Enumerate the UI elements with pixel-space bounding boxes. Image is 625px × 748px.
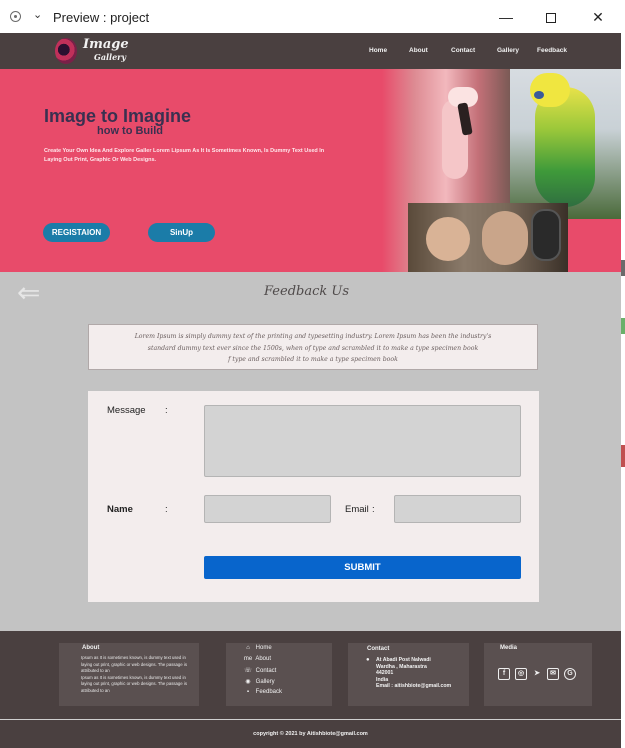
footer-contact-title: Contact — [367, 646, 390, 652]
name-label: Name — [107, 504, 133, 515]
logo-title[interactable]: Image — [83, 37, 129, 52]
footer-link-gallery[interactable]: ◉ Gallery — [242, 678, 274, 685]
edge-mark — [621, 260, 625, 276]
registration-button[interactable]: REGISTAION — [43, 223, 110, 242]
window-title: Preview : project — [53, 10, 150, 25]
facebook-icon[interactable]: f — [498, 668, 510, 680]
lorem-line-1: Lorem Ipsum is simply dummy text of the … — [134, 333, 492, 340]
submit-button[interactable]: SUBMIT — [204, 556, 521, 579]
footer-about-text: Ipsum as It is sometimes known, is dummy… — [81, 655, 187, 693]
hero-banner: Image to Imagine how to Build Create You… — [0, 69, 621, 272]
telegram-icon[interactable]: ➤ — [532, 669, 542, 679]
close-icon: ✕ — [592, 9, 604, 25]
feedback-heading: Feedback Us — [264, 284, 350, 299]
footer-link-contact[interactable]: ☏ Contact — [242, 667, 276, 674]
location-pin-icon: ● — [366, 657, 370, 663]
footer-links-card — [226, 643, 332, 706]
chevron-down-icon[interactable]: ⌄ — [33, 8, 42, 21]
preview-viewport: Image Gallery Home About Contact Gallery… — [0, 33, 621, 748]
name-input[interactable] — [204, 495, 331, 523]
parrot-image — [510, 69, 621, 219]
window-edge — [621, 33, 625, 748]
edge-mark — [621, 445, 625, 467]
image-collage — [382, 69, 621, 272]
email-colon: : — [372, 504, 375, 515]
minimize-icon: — — [499, 9, 513, 25]
lorem-line-3: f type and scrambled it to make a type s… — [228, 356, 398, 363]
footer-link-about[interactable]: me About — [242, 656, 271, 662]
maximize-icon — [546, 13, 556, 24]
name-colon: : — [165, 504, 168, 515]
close-button[interactable]: ✕ — [584, 6, 612, 28]
window-titlebar: ⌄ Preview : project — ✕ — [0, 0, 625, 33]
media-icons: f ◎ ➤ ✉ G — [498, 662, 581, 680]
gallery-icon: ◉ — [245, 679, 251, 685]
contact-icon: ☏ — [244, 668, 252, 674]
hero-description: Create Your Own Idea And Explore Galler … — [44, 148, 325, 163]
nav-contact[interactable]: Contact — [451, 47, 475, 54]
minimize-button[interactable]: — — [492, 6, 520, 28]
nav-home[interactable]: Home — [369, 47, 387, 54]
nav-about[interactable]: About — [409, 47, 428, 54]
instagram-icon[interactable]: ◎ — [515, 668, 527, 680]
footer-about-title: About — [82, 645, 100, 651]
feedback-section: ⇐ Feedback Us Lorem Ipsum is simply dumm… — [0, 272, 621, 631]
nav-feedback[interactable]: Feedback — [537, 47, 567, 54]
feedback-icon: ▪ — [246, 689, 250, 695]
logo-icon[interactable] — [55, 38, 77, 64]
back-arrow-icon[interactable]: ⇐ — [17, 276, 40, 309]
message-colon: : — [165, 405, 168, 416]
maximize-button[interactable] — [537, 6, 565, 28]
signup-button[interactable]: SinUp — [148, 223, 215, 242]
record-icon[interactable] — [10, 11, 21, 22]
home-icon: ⌂ — [246, 645, 250, 651]
footer-media-title: Media — [500, 645, 518, 651]
mail-icon[interactable]: ✉ — [547, 668, 559, 680]
message-label: Message — [107, 405, 146, 416]
monkey-image — [408, 203, 568, 272]
nav-gallery[interactable]: Gallery — [497, 47, 519, 54]
message-textarea[interactable] — [204, 405, 521, 477]
footer-contact-text: At Abadi Post Nalwadi Wardha , Maharastr… — [376, 657, 452, 689]
lorem-text-box: Lorem Ipsum is simply dummy text of the … — [88, 324, 538, 370]
hero-title: Image to Imagine — [44, 106, 192, 126]
footer-link-home[interactable]: ⌂ Home — [242, 645, 272, 651]
footer-divider — [0, 719, 621, 720]
email-label: Email — [345, 504, 369, 515]
site-navbar: Image Gallery Home About Contact Gallery… — [0, 33, 621, 69]
edge-mark — [621, 318, 625, 334]
email-input[interactable] — [394, 495, 521, 523]
hero-subtitle: how to Build — [97, 125, 163, 137]
feedback-form: Message : Name : Email : SUBMIT — [88, 391, 539, 602]
logo-subtitle[interactable]: Gallery — [94, 52, 126, 62]
footer-copyright: copyright © 2021 by Aitishbiote@gmail.co… — [253, 731, 368, 737]
google-plus-icon[interactable]: G — [564, 668, 576, 680]
site-footer: About Ipsum as It is sometimes known, is… — [0, 631, 621, 748]
about-me-icon: me — [243, 656, 253, 662]
lorem-line-2: standard dummy text ever since the 1500s… — [147, 344, 479, 352]
footer-link-feedback[interactable]: ▪ Feedback — [242, 689, 282, 695]
